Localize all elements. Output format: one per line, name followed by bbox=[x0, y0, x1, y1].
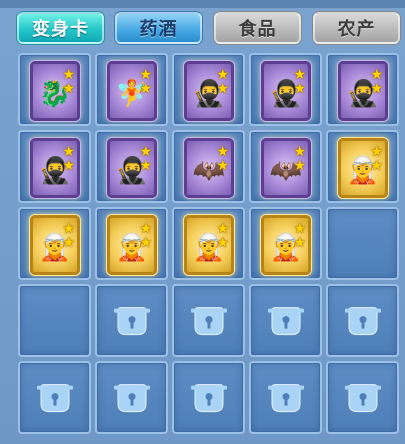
fairy-card-icon: 🧝 ★ ★ bbox=[30, 215, 80, 275]
star-icon: ★ bbox=[62, 158, 75, 174]
star-rating: ★ ★ bbox=[216, 145, 229, 173]
winged-demon-card-icon: 🦇 ★ ★ bbox=[184, 138, 234, 198]
lock-icon bbox=[344, 306, 381, 336]
star-icon: ★ bbox=[62, 144, 75, 160]
star-icon: ★ bbox=[139, 158, 152, 174]
star-icon: ★ bbox=[293, 221, 306, 237]
warrior-card-icon: 🥷 ★ ★ bbox=[107, 138, 157, 198]
lock-icon bbox=[190, 306, 227, 336]
star-icon: ★ bbox=[216, 235, 229, 251]
warrior-card-icon: 🥷 ★ ★ bbox=[184, 61, 234, 121]
star-icon: ★ bbox=[62, 221, 75, 237]
inventory-slot-locked[interactable] bbox=[95, 361, 168, 434]
star-rating: ★ ★ bbox=[62, 222, 75, 250]
star-icon: ★ bbox=[139, 81, 152, 97]
star-icon: ★ bbox=[216, 144, 229, 160]
tab-transform-card[interactable]: 变身卡 bbox=[17, 12, 104, 44]
star-icon: ★ bbox=[216, 81, 229, 97]
inventory-slot-locked[interactable] bbox=[326, 284, 399, 357]
lock-icon bbox=[267, 306, 304, 336]
inventory-slot-locked[interactable] bbox=[172, 361, 245, 434]
fairy-card-icon: 🧝 ★ ★ bbox=[107, 215, 157, 275]
inventory-slot-card[interactable]: 🧝 ★ ★ bbox=[18, 207, 91, 280]
warrior-card-icon: 🥷 ★ ★ bbox=[338, 61, 388, 121]
star-icon: ★ bbox=[62, 67, 75, 83]
star-icon: ★ bbox=[370, 81, 383, 97]
inventory-slot-locked[interactable] bbox=[18, 361, 91, 434]
inventory-slot-card[interactable]: 🥷 ★ ★ bbox=[249, 53, 322, 126]
inventory-slot-locked[interactable] bbox=[249, 284, 322, 357]
lock-icon bbox=[267, 383, 304, 413]
star-icon: ★ bbox=[216, 221, 229, 237]
star-rating: ★ ★ bbox=[216, 68, 229, 96]
star-icon: ★ bbox=[370, 144, 383, 160]
inventory-slot-card[interactable]: 🦇 ★ ★ bbox=[249, 130, 322, 203]
category-tabs: 变身卡 药酒 食品 农产 bbox=[0, 0, 405, 50]
star-icon: ★ bbox=[216, 67, 229, 83]
inventory-slot-empty[interactable] bbox=[18, 284, 91, 357]
warrior-card-icon: 🥷 ★ ★ bbox=[261, 61, 311, 121]
tab-farm-produce[interactable]: 农产 bbox=[313, 12, 400, 44]
lock-icon bbox=[344, 383, 381, 413]
star-icon: ★ bbox=[293, 81, 306, 97]
inventory-slot-card[interactable]: 🧚 ★ ★ bbox=[95, 53, 168, 126]
star-rating: ★ ★ bbox=[139, 68, 152, 96]
star-icon: ★ bbox=[139, 144, 152, 160]
inventory-slot-locked[interactable] bbox=[249, 361, 322, 434]
lock-icon bbox=[113, 383, 150, 413]
star-icon: ★ bbox=[139, 67, 152, 83]
inventory-slot-card[interactable]: 🐉 ★ ★ bbox=[18, 53, 91, 126]
inventory-slot-card[interactable]: 🦇 ★ ★ bbox=[172, 130, 245, 203]
fairy-card-icon: 🧝 ★ ★ bbox=[338, 138, 388, 198]
lock-icon bbox=[113, 306, 150, 336]
inventory-slot-locked[interactable] bbox=[172, 284, 245, 357]
inventory-slot-card[interactable]: 🥷 ★ ★ bbox=[18, 130, 91, 203]
inventory-slot-card[interactable]: 🧝 ★ ★ bbox=[95, 207, 168, 280]
star-rating: ★ ★ bbox=[370, 145, 383, 173]
star-icon: ★ bbox=[293, 67, 306, 83]
inventory-slot-card[interactable]: 🥷 ★ ★ bbox=[95, 130, 168, 203]
star-icon: ★ bbox=[370, 158, 383, 174]
tab-food[interactable]: 食品 bbox=[214, 12, 301, 44]
star-rating: ★ ★ bbox=[139, 145, 152, 173]
fairy-card-icon: 🧝 ★ ★ bbox=[184, 215, 234, 275]
inventory-slot-empty[interactable] bbox=[326, 207, 399, 280]
winged-demon-card-icon: 🦇 ★ ★ bbox=[261, 138, 311, 198]
lock-icon bbox=[36, 383, 73, 413]
star-icon: ★ bbox=[62, 235, 75, 251]
inventory-slot-card[interactable]: 🧝 ★ ★ bbox=[172, 207, 245, 280]
inventory-slot-locked[interactable] bbox=[326, 361, 399, 434]
inventory-grid: 🐉 ★ ★ 🧚 ★ ★ 🥷 ★ ★ 🥷 ★ ★ 🥷 ★ ★ 🥷 ★ ★ 🥷 ★ ★ 🦇 ★ ★ 🦇 ★ ★ 🧝 ★ ★ 🧝 ★ ★ 🧝 ★ ★ 🧝 ★ ★ 🧝… bbox=[18, 53, 400, 441]
star-icon: ★ bbox=[139, 235, 152, 251]
warrior-card-icon: 🥷 ★ ★ bbox=[30, 138, 80, 198]
inventory-slot-card[interactable]: 🥷 ★ ★ bbox=[326, 53, 399, 126]
star-rating: ★ ★ bbox=[139, 222, 152, 250]
inventory-slot-locked[interactable] bbox=[95, 284, 168, 357]
star-rating: ★ ★ bbox=[293, 145, 306, 173]
star-rating: ★ ★ bbox=[370, 68, 383, 96]
star-rating: ★ ★ bbox=[293, 222, 306, 250]
star-icon: ★ bbox=[293, 144, 306, 160]
star-rating: ★ ★ bbox=[62, 145, 75, 173]
inventory-slot-card[interactable]: 🧝 ★ ★ bbox=[249, 207, 322, 280]
spirit-card-icon: 🧚 ★ ★ bbox=[107, 61, 157, 121]
star-icon: ★ bbox=[139, 221, 152, 237]
star-icon: ★ bbox=[216, 158, 229, 174]
lock-icon bbox=[190, 383, 227, 413]
dragon-card-icon: 🐉 ★ ★ bbox=[30, 61, 80, 121]
star-icon: ★ bbox=[370, 67, 383, 83]
star-rating: ★ ★ bbox=[216, 222, 229, 250]
tab-medicine-wine[interactable]: 药酒 bbox=[115, 12, 202, 44]
fairy-card-icon: 🧝 ★ ★ bbox=[261, 215, 311, 275]
star-icon: ★ bbox=[293, 235, 306, 251]
inventory-slot-card[interactable]: 🧝 ★ ★ bbox=[326, 130, 399, 203]
inventory-slot-card[interactable]: 🥷 ★ ★ bbox=[172, 53, 245, 126]
star-rating: ★ ★ bbox=[293, 68, 306, 96]
star-icon: ★ bbox=[293, 158, 306, 174]
star-rating: ★ ★ bbox=[62, 68, 75, 96]
star-icon: ★ bbox=[62, 81, 75, 97]
